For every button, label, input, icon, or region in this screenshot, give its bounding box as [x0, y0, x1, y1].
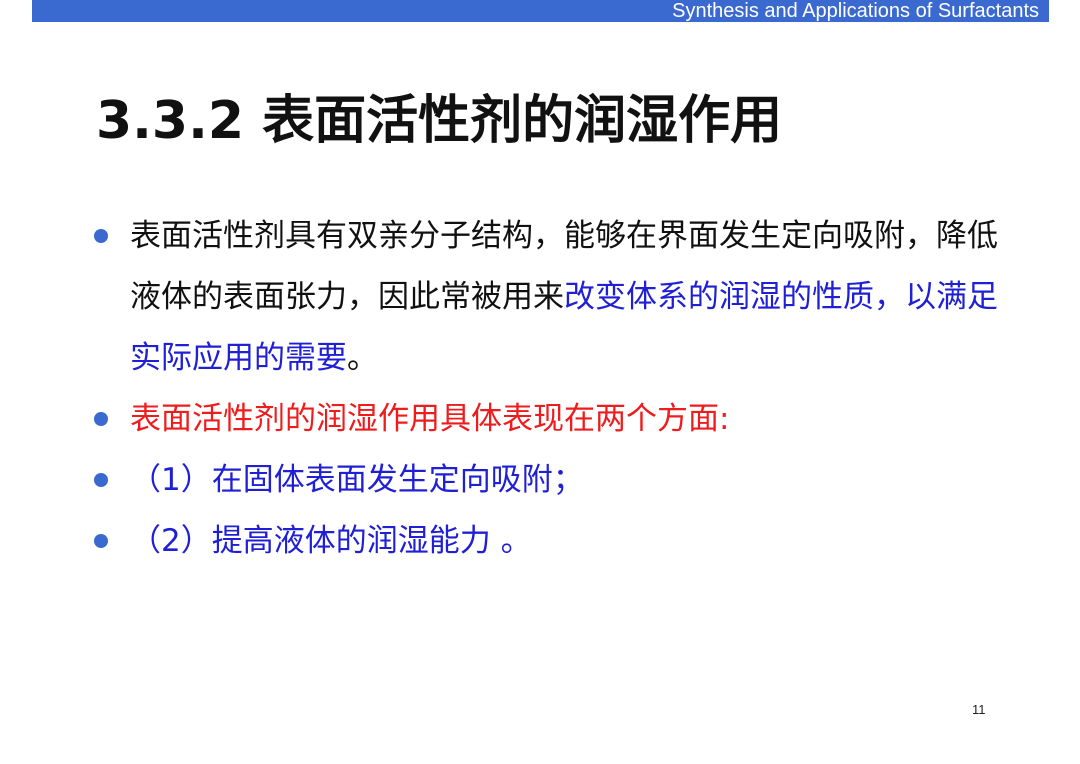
bullet-list: 表面活性剂具有双亲分子结构，能够在界面发生定向吸附，降低液体的表面张力，因此常被…	[92, 206, 1022, 572]
page-number: 11	[972, 702, 986, 717]
bullet-item: （2）提高液体的润湿能力 。	[92, 511, 1022, 572]
bullet-dot-icon	[94, 412, 108, 426]
header-bar: Synthesis and Applications of Surfactant…	[32, 0, 1049, 22]
bullet-item: 表面活性剂的润湿作用具体表现在两个方面:	[92, 389, 1022, 450]
bullet-text: 。	[347, 340, 378, 376]
bullet-text: 表面活性剂的润湿作用具体表现在两个方面:	[130, 401, 730, 437]
bullet-item: 表面活性剂具有双亲分子结构，能够在界面发生定向吸附，降低液体的表面张力，因此常被…	[92, 206, 1022, 389]
bullet-dot-icon	[94, 229, 108, 243]
bullet-text: （1）在固体表面发生定向吸附；	[130, 462, 584, 498]
bullet-item: （1）在固体表面发生定向吸附；	[92, 450, 1022, 511]
course-title: Synthesis and Applications of Surfactant…	[672, 0, 1039, 22]
bullet-text: （2）提高液体的润湿能力 。	[130, 523, 532, 559]
slide-title: 3.3.2 表面活性剂的润湿作用	[96, 91, 783, 151]
bullet-dot-icon	[94, 534, 108, 548]
bullet-dot-icon	[94, 473, 108, 487]
